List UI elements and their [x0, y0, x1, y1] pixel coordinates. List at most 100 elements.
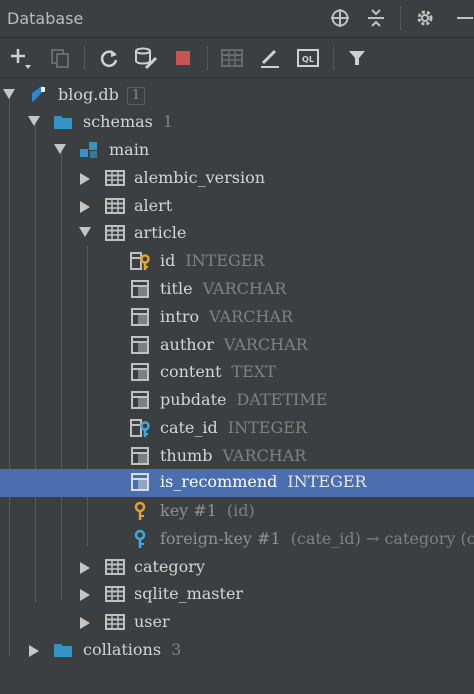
table-name: sqlite_master: [134, 584, 244, 603]
main-name: main: [109, 140, 150, 159]
toolbar-divider: [207, 46, 208, 70]
node-label: schemas 1: [83, 112, 173, 131]
filter-icon[interactable]: [344, 45, 370, 71]
foreign-key-icon: [134, 529, 146, 548]
table-icon: [105, 559, 125, 575]
tree-node-key[interactable]: key #1 (id): [0, 498, 474, 525]
tree-node-column[interactable]: pubdate DATETIME: [0, 387, 474, 414]
tree-node-column[interactable]: intro VARCHAR: [0, 304, 474, 331]
expand-arrow-icon[interactable]: [80, 201, 90, 213]
column-name: pubdate: [160, 390, 227, 409]
tree-node-foreign-key[interactable]: foreign-key #1 (cate_id) → category (cate…: [0, 526, 474, 553]
collations-count: 3: [171, 640, 182, 659]
collations-name: collations: [83, 640, 162, 659]
foreign-key-label: foreign-key #1: [160, 529, 281, 548]
expand-arrow-icon[interactable]: [80, 173, 90, 185]
hide-icon[interactable]: [450, 5, 474, 31]
sql-console-icon[interactable]: QL: [295, 45, 321, 71]
tree-node-column[interactable]: title VARCHAR: [0, 276, 474, 303]
crosshair-icon[interactable]: [327, 5, 353, 31]
tree-node-collations[interactable]: collations 3: [0, 637, 474, 664]
database-tree: blog.db 1 schemas 1 main alembic_version a…: [0, 78, 474, 694]
blogdb-badge: 1: [126, 87, 146, 105]
tree-node-blogdb[interactable]: blog.db 1: [0, 82, 474, 109]
tree-node-column[interactable]: author VARCHAR: [0, 332, 474, 359]
column-name: author: [160, 335, 214, 354]
sqlite-database-icon: [32, 86, 45, 102]
foreign-key-column-icon: [130, 419, 150, 437]
tree-node-table[interactable]: sqlite_master: [0, 581, 474, 608]
column-icon: [131, 447, 149, 465]
tree-node-table[interactable]: alembic_version: [0, 165, 474, 192]
tree-node-column[interactable]: thumb VARCHAR: [0, 443, 474, 470]
tree-node-table[interactable]: alert: [0, 193, 474, 220]
column-type: DATETIME: [236, 390, 328, 409]
tree-node-column-selected[interactable]: is_recommend INTEGER: [0, 469, 474, 497]
schema-edit-icon[interactable]: [133, 45, 159, 71]
table-editor-icon[interactable]: [219, 45, 245, 71]
table-name: article: [134, 223, 187, 242]
column-type: INTEGER: [287, 472, 367, 491]
expand-arrow-icon[interactable]: [3, 89, 15, 99]
column-name: is_recommend: [160, 472, 278, 491]
tree-node-table[interactable]: category: [0, 554, 474, 581]
toolbar-divider: [84, 46, 85, 70]
column-icon: [131, 280, 149, 298]
tree-node-table[interactable]: article: [0, 220, 474, 247]
schemas-count: 1: [162, 112, 174, 131]
column-type: VARCHAR: [202, 279, 287, 298]
foreign-key-detail: (cate_id) → category (cate_: [290, 529, 474, 548]
expand-arrow-icon[interactable]: [79, 227, 91, 237]
expand-arrow-icon[interactable]: [80, 562, 90, 574]
table-name: alembic_version: [134, 168, 266, 187]
table-icon: [105, 614, 125, 630]
table-icon: [105, 586, 125, 602]
table-name: category: [134, 557, 205, 576]
schema-icon: [80, 142, 97, 158]
expand-arrow-icon[interactable]: [54, 144, 66, 154]
folder-icon: [54, 116, 72, 129]
column-type: INTEGER: [227, 418, 307, 437]
node-label: blog.db 1: [58, 85, 146, 105]
expand-arrow-icon[interactable]: [28, 116, 40, 126]
header-divider: [400, 6, 401, 30]
table-icon: [105, 170, 125, 186]
column-name: content: [160, 362, 222, 381]
schemas-name: schemas: [83, 112, 153, 131]
collapse-all-icon[interactable]: [363, 5, 389, 31]
table-icon: [105, 225, 125, 241]
tree-node-main[interactable]: main: [0, 137, 474, 164]
tree-node-column[interactable]: content TEXT: [0, 359, 474, 386]
blogdb-name: blog.db: [58, 85, 119, 104]
tree-node-column[interactable]: cate_id INTEGER: [0, 415, 474, 442]
tool-window-title: Database: [7, 9, 84, 28]
column-name: id: [160, 251, 176, 270]
column-type: VARCHAR: [223, 335, 308, 354]
key-label: key #1: [160, 501, 217, 520]
column-type: VARCHAR: [222, 446, 307, 465]
add-icon[interactable]: [8, 45, 34, 71]
key-detail: (id): [226, 501, 255, 520]
column-type: INTEGER: [185, 251, 265, 270]
column-name: cate_id: [160, 418, 218, 437]
edit-pencil-icon[interactable]: [257, 45, 283, 71]
column-name: title: [160, 279, 193, 298]
key-icon: [134, 501, 146, 520]
column-icon: [131, 308, 149, 326]
svg-text:QL: QL: [302, 55, 314, 64]
gear-icon[interactable]: [412, 5, 438, 31]
folder-icon: [54, 644, 72, 657]
tree-node-schemas[interactable]: schemas 1: [0, 109, 474, 136]
column-icon: [131, 363, 149, 381]
stop-icon[interactable]: [170, 45, 196, 71]
expand-arrow-icon[interactable]: [80, 589, 90, 601]
duplicate-icon[interactable]: [47, 45, 73, 71]
expand-arrow-icon[interactable]: [29, 645, 39, 657]
refresh-icon[interactable]: [96, 45, 122, 71]
column-type: TEXT: [231, 362, 276, 381]
expand-arrow-icon[interactable]: [80, 617, 90, 629]
toolbar-divider: [333, 46, 334, 70]
column-icon: [131, 336, 149, 354]
tree-node-column[interactable]: id INTEGER: [0, 248, 474, 275]
tree-node-table[interactable]: user: [0, 609, 474, 636]
